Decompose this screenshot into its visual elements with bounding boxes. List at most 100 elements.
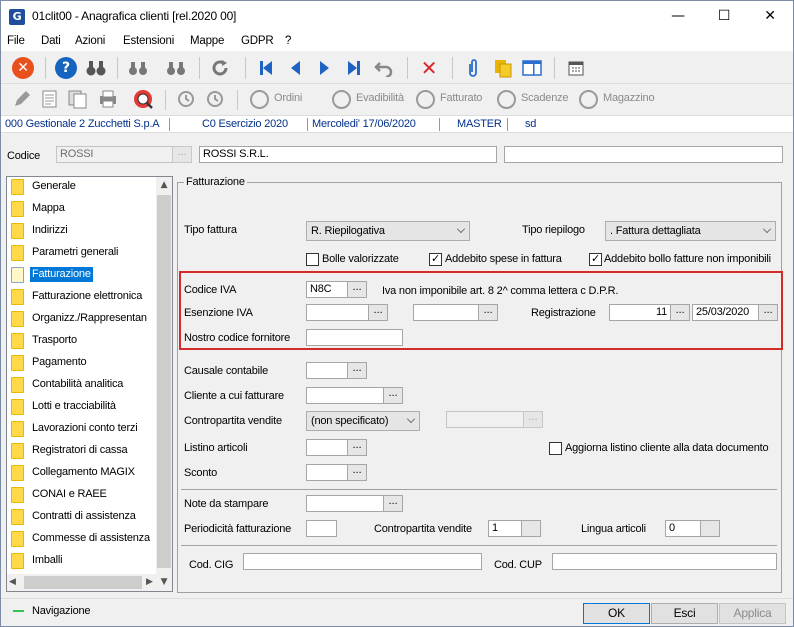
scroll-right-icon[interactable]: ▶ bbox=[146, 574, 153, 591]
document-copy-icon[interactable] bbox=[67, 88, 89, 110]
lingua-field[interactable]: 0 bbox=[665, 520, 701, 537]
registrazione-date-button[interactable]: ... bbox=[758, 304, 778, 321]
ok-button[interactable]: OK bbox=[583, 603, 650, 624]
attachment-icon[interactable] bbox=[462, 57, 484, 79]
nav-item[interactable]: Organizz./Rappresentan bbox=[8, 308, 155, 330]
scroll-left-icon[interactable]: ◀ bbox=[9, 574, 16, 591]
hscroll-thumb[interactable] bbox=[24, 576, 142, 589]
document-list-icon[interactable] bbox=[39, 88, 61, 110]
history-icon[interactable] bbox=[175, 88, 197, 110]
scadenze-button[interactable]: Scadenze bbox=[521, 92, 569, 104]
delete-icon[interactable]: ✕ bbox=[418, 56, 440, 80]
scroll-thumb[interactable] bbox=[157, 195, 171, 568]
nav-item[interactable]: Pagamento bbox=[8, 352, 155, 374]
menu-gdpr[interactable]: GDPR bbox=[241, 35, 274, 47]
causale-lookup-button[interactable]: ... bbox=[347, 362, 367, 379]
lingua-lookup-button[interactable] bbox=[700, 520, 720, 537]
nav-item[interactable]: Lavorazioni conto terzi bbox=[8, 418, 155, 440]
contropartita-select[interactable]: (non specificato) bbox=[306, 411, 420, 431]
scroll-up-icon[interactable]: ▲ bbox=[156, 177, 172, 194]
esci-button[interactable]: Esci bbox=[651, 603, 718, 624]
nav-item[interactable]: CONAI e RAEE bbox=[8, 484, 155, 506]
causale-field[interactable] bbox=[306, 362, 348, 379]
evadibilita-button[interactable]: Evadibilità bbox=[356, 92, 404, 104]
menu-dati[interactable]: Dati bbox=[41, 35, 61, 47]
registrazione-date-field[interactable]: 25/03/2020 bbox=[692, 304, 759, 321]
window-layout-icon[interactable] bbox=[521, 57, 543, 79]
nav-item[interactable]: Lotti e tracciabilità bbox=[8, 396, 155, 418]
first-record-icon[interactable] bbox=[255, 57, 277, 79]
exit-icon[interactable]: ✕ bbox=[12, 57, 34, 79]
ragione-sociale-field[interactable]: ROSSI S.R.L. bbox=[199, 146, 497, 163]
nav-item[interactable]: Mappa bbox=[8, 198, 155, 220]
registrazione-lookup-button[interactable]: ... bbox=[670, 304, 690, 321]
nav-item[interactable]: Fatturazione bbox=[8, 264, 155, 286]
menu-azioni[interactable]: Azioni bbox=[75, 35, 105, 47]
nostro-codice-field[interactable] bbox=[306, 329, 403, 346]
listino-field[interactable] bbox=[306, 439, 348, 456]
search-person-icon[interactable] bbox=[132, 88, 154, 110]
prev-record-icon[interactable] bbox=[284, 57, 306, 79]
nav-item[interactable]: Contabilità analitica bbox=[8, 374, 155, 396]
next-record-icon[interactable] bbox=[314, 57, 336, 79]
edit-pencil-icon[interactable] bbox=[11, 88, 33, 110]
esenzione-iva-lookup-button-2[interactable]: ... bbox=[478, 304, 498, 321]
codice-field[interactable]: ROSSI bbox=[56, 146, 173, 163]
addebito-spese-checkbox[interactable]: ✓ bbox=[429, 253, 442, 266]
help-icon[interactable]: ? bbox=[55, 57, 77, 79]
note-lookup-button[interactable]: ... bbox=[383, 495, 403, 512]
cliente-fatturare-lookup-button[interactable]: ... bbox=[383, 387, 403, 404]
note-field[interactable] bbox=[306, 495, 384, 512]
tipo-riepilogo-select[interactable]: . Fattura dettagliata bbox=[605, 221, 776, 241]
tipo-fattura-select[interactable]: R. Riepilogativa bbox=[306, 221, 470, 241]
binoculars-icon[interactable] bbox=[85, 57, 107, 79]
contropartita2-lookup-button[interactable] bbox=[521, 520, 541, 537]
contropartita2-field[interactable]: 1 bbox=[488, 520, 522, 537]
cig-field[interactable] bbox=[243, 553, 482, 570]
aggiorna-listino-checkbox[interactable] bbox=[549, 442, 562, 455]
menu-help[interactable]: ? bbox=[285, 35, 291, 47]
undo-icon[interactable] bbox=[373, 57, 395, 79]
scroll-down-icon[interactable]: ▼ bbox=[156, 574, 172, 591]
codice-lookup-button[interactable]: ... bbox=[172, 146, 192, 163]
periodicita-field[interactable] bbox=[306, 520, 337, 537]
applica-button[interactable]: Applica bbox=[719, 603, 786, 624]
contropartita-lookup-button[interactable]: ... bbox=[523, 411, 543, 428]
listino-lookup-button[interactable]: ... bbox=[347, 439, 367, 456]
header-extra-field[interactable] bbox=[504, 146, 783, 163]
addebito-bollo-checkbox[interactable]: ✓ bbox=[589, 253, 602, 266]
nav-item[interactable]: Indirizzi bbox=[8, 220, 155, 242]
calendar-icon[interactable] bbox=[565, 57, 587, 79]
nav-item[interactable]: Commesse di assistenza bbox=[8, 528, 155, 550]
bolle-valorizzate-checkbox[interactable] bbox=[306, 253, 319, 266]
fatturato-button[interactable]: Fatturato bbox=[440, 92, 482, 104]
esenzione-iva-lookup-button[interactable]: ... bbox=[368, 304, 388, 321]
sconto-lookup-button[interactable]: ... bbox=[347, 464, 367, 481]
codice-iva-field[interactable]: N8C bbox=[306, 281, 348, 298]
nav-item[interactable]: Imballi bbox=[8, 550, 155, 572]
nav-item[interactable]: Registratori di cassa bbox=[8, 440, 155, 462]
print-icon[interactable] bbox=[97, 88, 119, 110]
cup-field[interactable] bbox=[552, 553, 777, 570]
esenzione-iva-field-2[interactable] bbox=[413, 304, 479, 321]
nav-item[interactable]: Parametri generali bbox=[8, 242, 155, 264]
registrazione-number-field[interactable]: 11 bbox=[609, 304, 671, 321]
menu-file[interactable]: File bbox=[7, 35, 25, 47]
close-button[interactable]: ✕ bbox=[747, 1, 793, 32]
nav-item[interactable]: Collegamento MAGIX bbox=[8, 462, 155, 484]
search-down-icon[interactable] bbox=[165, 57, 187, 79]
cliente-fatturare-field[interactable] bbox=[306, 387, 384, 404]
codice-iva-lookup-button[interactable]: ... bbox=[347, 281, 367, 298]
refresh-icon[interactable] bbox=[209, 57, 231, 79]
esenzione-iva-field[interactable] bbox=[306, 304, 369, 321]
nav-hscrollbar[interactable]: ◀ ▶ bbox=[7, 574, 156, 591]
history-person-icon[interactable] bbox=[204, 88, 226, 110]
menu-mappe[interactable]: Mappe bbox=[190, 35, 224, 47]
magazzino-button[interactable]: Magazzino bbox=[603, 92, 655, 104]
ordini-button[interactable]: Ordini bbox=[274, 92, 302, 104]
sconto-field[interactable] bbox=[306, 464, 348, 481]
menu-estensioni[interactable]: Estensioni bbox=[123, 35, 174, 47]
nav-item[interactable]: Fatturazione elettronica bbox=[8, 286, 155, 308]
contropartita-code-field[interactable] bbox=[446, 411, 524, 428]
minimize-button[interactable]: — bbox=[655, 1, 701, 32]
